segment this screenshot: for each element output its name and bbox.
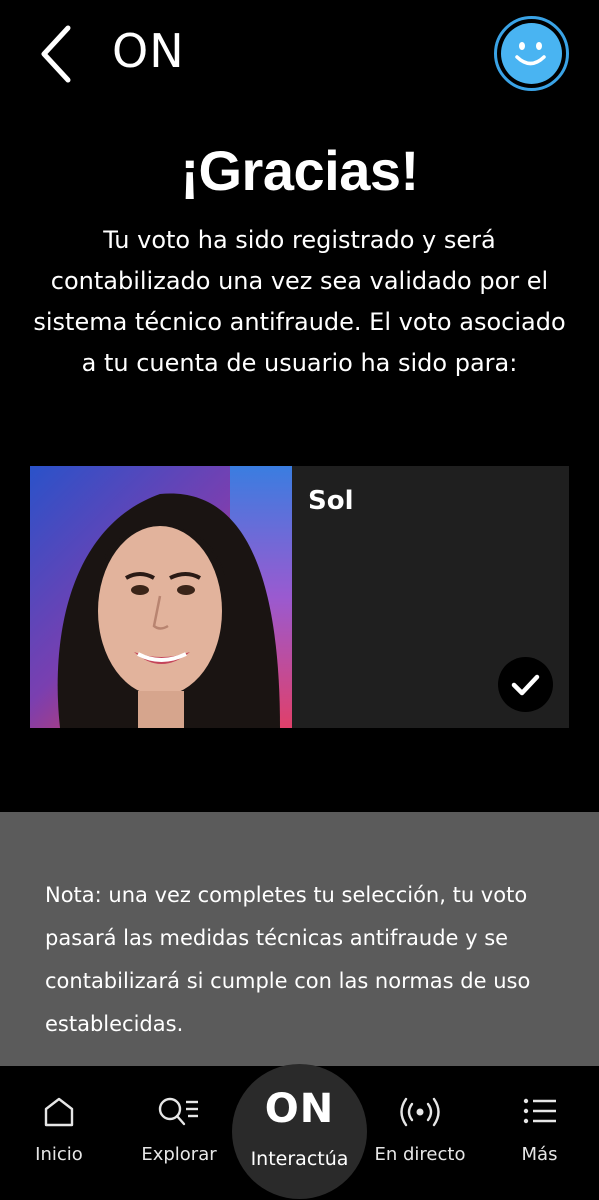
tab-en-directo[interactable]: En directo <box>360 1066 480 1200</box>
confirmation-message: Tu voto ha sido registrado y será contab… <box>33 226 566 377</box>
bottom-tab-bar: Inicio Explorar ON Interactúa En directo <box>0 1064 599 1200</box>
explore-icon <box>158 1097 198 1126</box>
tab-inicio[interactable]: Inicio <box>0 1066 118 1200</box>
back-arrow-icon <box>41 25 71 83</box>
tab-explorar[interactable]: Explorar <box>118 1066 240 1200</box>
on-logo-icon: ON <box>264 1086 335 1132</box>
page-title: ¡Gracias! <box>180 139 419 202</box>
tab-label-explorar: Explorar <box>141 1144 217 1165</box>
brand-logo: ON <box>112 24 185 78</box>
app-header: ON <box>0 0 599 110</box>
profile-avatar-button[interactable] <box>494 16 569 91</box>
candidate-name: Sol <box>308 486 354 516</box>
tab-label-mas: Más <box>521 1144 558 1165</box>
smiley-avatar-icon <box>501 23 562 84</box>
tab-label-inicio: Inicio <box>35 1144 83 1165</box>
candidate-card: Sol <box>30 466 569 728</box>
candidate-photo <box>30 466 292 728</box>
back-button[interactable] <box>36 24 80 84</box>
tab-interactua[interactable]: ON Interactúa <box>232 1064 367 1200</box>
tab-label-interactua: Interactúa <box>250 1148 349 1170</box>
selected-check-icon <box>498 657 553 712</box>
tab-label-en-directo: En directo <box>374 1144 466 1165</box>
menu-list-icon <box>523 1098 556 1124</box>
live-broadcast-icon <box>400 1097 440 1127</box>
home-icon <box>44 1097 74 1127</box>
note-text: Nota: una vez completes tu selección, tu… <box>45 883 531 1036</box>
tab-mas[interactable]: Más <box>480 1066 599 1200</box>
note-panel: Nota: una vez completes tu selección, tu… <box>0 812 599 1066</box>
